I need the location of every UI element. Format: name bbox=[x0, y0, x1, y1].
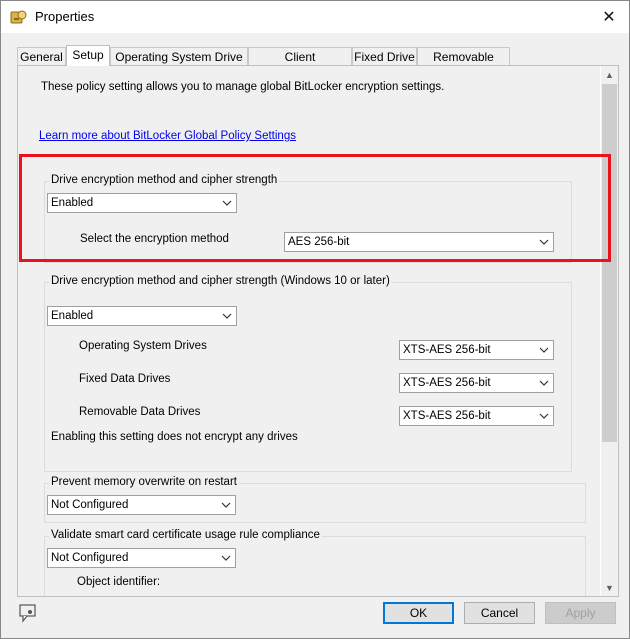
cipher-state-dropdown[interactable]: Enabled bbox=[47, 193, 237, 213]
chevron-down-icon bbox=[221, 555, 231, 561]
cancel-button[interactable]: Cancel bbox=[464, 602, 535, 624]
chevron-down-icon bbox=[539, 239, 549, 245]
encryption-method-dropdown[interactable]: AES 256-bit bbox=[284, 232, 554, 252]
encryption-method-label: Select the encryption method bbox=[80, 233, 229, 245]
chevron-down-icon bbox=[222, 200, 232, 206]
chevron-down-icon bbox=[221, 502, 231, 508]
properties-app-icon bbox=[10, 10, 27, 24]
os-drives-method-dropdown[interactable]: XTS-AES 256-bit bbox=[399, 340, 554, 360]
chevron-down-icon bbox=[539, 413, 549, 419]
scrollbar-thumb[interactable] bbox=[602, 84, 617, 442]
setup-scroll-content: These policy setting allows you to manag… bbox=[18, 66, 600, 596]
encryption-method-value: AES 256-bit bbox=[288, 236, 350, 248]
chevron-down-icon bbox=[539, 347, 549, 353]
tab-client-management[interactable]: Client Management bbox=[248, 47, 352, 82]
removable-drives-label: Removable Data Drives bbox=[79, 406, 201, 418]
title-bar: Properties ✕ bbox=[1, 1, 629, 33]
setup-tab-panel: These policy setting allows you to manag… bbox=[17, 65, 619, 597]
fixed-drives-method-dropdown[interactable]: XTS-AES 256-bit bbox=[399, 373, 554, 393]
group-memory-overwrite-title: Prevent memory overwrite on restart bbox=[49, 476, 239, 488]
os-drives-label: Operating System Drives bbox=[79, 340, 207, 352]
group-smart-card-title: Validate smart card certificate usage ru… bbox=[49, 529, 322, 541]
removable-drives-method-value: XTS-AES 256-bit bbox=[403, 410, 491, 422]
scroll-up-icon[interactable]: ▲ bbox=[601, 66, 618, 83]
smart-card-value: Not Configured bbox=[51, 552, 129, 564]
tab-fixed-drive[interactable]: Fixed Drive bbox=[352, 47, 417, 65]
removable-drives-method-dropdown[interactable]: XTS-AES 256-bit bbox=[399, 406, 554, 426]
scroll-down-icon[interactable]: ▼ bbox=[601, 579, 618, 596]
help-cursor-icon[interactable] bbox=[18, 603, 38, 623]
window-title: Properties bbox=[35, 9, 95, 24]
close-button[interactable]: ✕ bbox=[589, 1, 629, 33]
fixed-drives-method-value: XTS-AES 256-bit bbox=[403, 377, 491, 389]
close-icon: ✕ bbox=[602, 9, 616, 26]
encryption-note: Enabling this setting does not encrypt a… bbox=[51, 431, 298, 443]
learn-more-link[interactable]: Learn more about BitLocker Global Policy… bbox=[39, 130, 296, 142]
memory-overwrite-value: Not Configured bbox=[51, 499, 129, 511]
win10-cipher-state-value: Enabled bbox=[51, 310, 94, 322]
apply-button[interactable]: Apply bbox=[545, 602, 616, 624]
properties-window: Properties ✕ General Setup Operating Sys… bbox=[0, 0, 630, 639]
smart-card-dropdown[interactable]: Not Configured bbox=[47, 548, 236, 568]
win10-cipher-state-dropdown[interactable]: Enabled bbox=[47, 306, 237, 326]
setup-description: These policy setting allows you to manag… bbox=[41, 81, 445, 93]
chevron-down-icon bbox=[539, 380, 549, 386]
group-cipher-strength-title: Drive encryption method and cipher stren… bbox=[49, 174, 280, 186]
object-identifier-label: Object identifier: bbox=[77, 576, 161, 588]
tab-operating-system-drive[interactable]: Operating System Drive bbox=[110, 47, 248, 65]
tab-removable-drive[interactable]: Removable Drive bbox=[417, 47, 510, 82]
chevron-down-icon bbox=[222, 313, 232, 319]
tab-general[interactable]: General bbox=[17, 47, 66, 65]
os-drives-method-value: XTS-AES 256-bit bbox=[403, 344, 491, 356]
ok-button[interactable]: OK bbox=[383, 602, 454, 624]
cipher-state-value: Enabled bbox=[51, 197, 94, 209]
memory-overwrite-dropdown[interactable]: Not Configured bbox=[47, 495, 236, 515]
group-cipher-strength-win10-title: Drive encryption method and cipher stren… bbox=[49, 275, 392, 287]
vertical-scrollbar[interactable]: ▲ ▼ bbox=[601, 66, 618, 596]
fixed-drives-label: Fixed Data Drives bbox=[79, 373, 171, 385]
tab-setup[interactable]: Setup bbox=[66, 45, 110, 66]
